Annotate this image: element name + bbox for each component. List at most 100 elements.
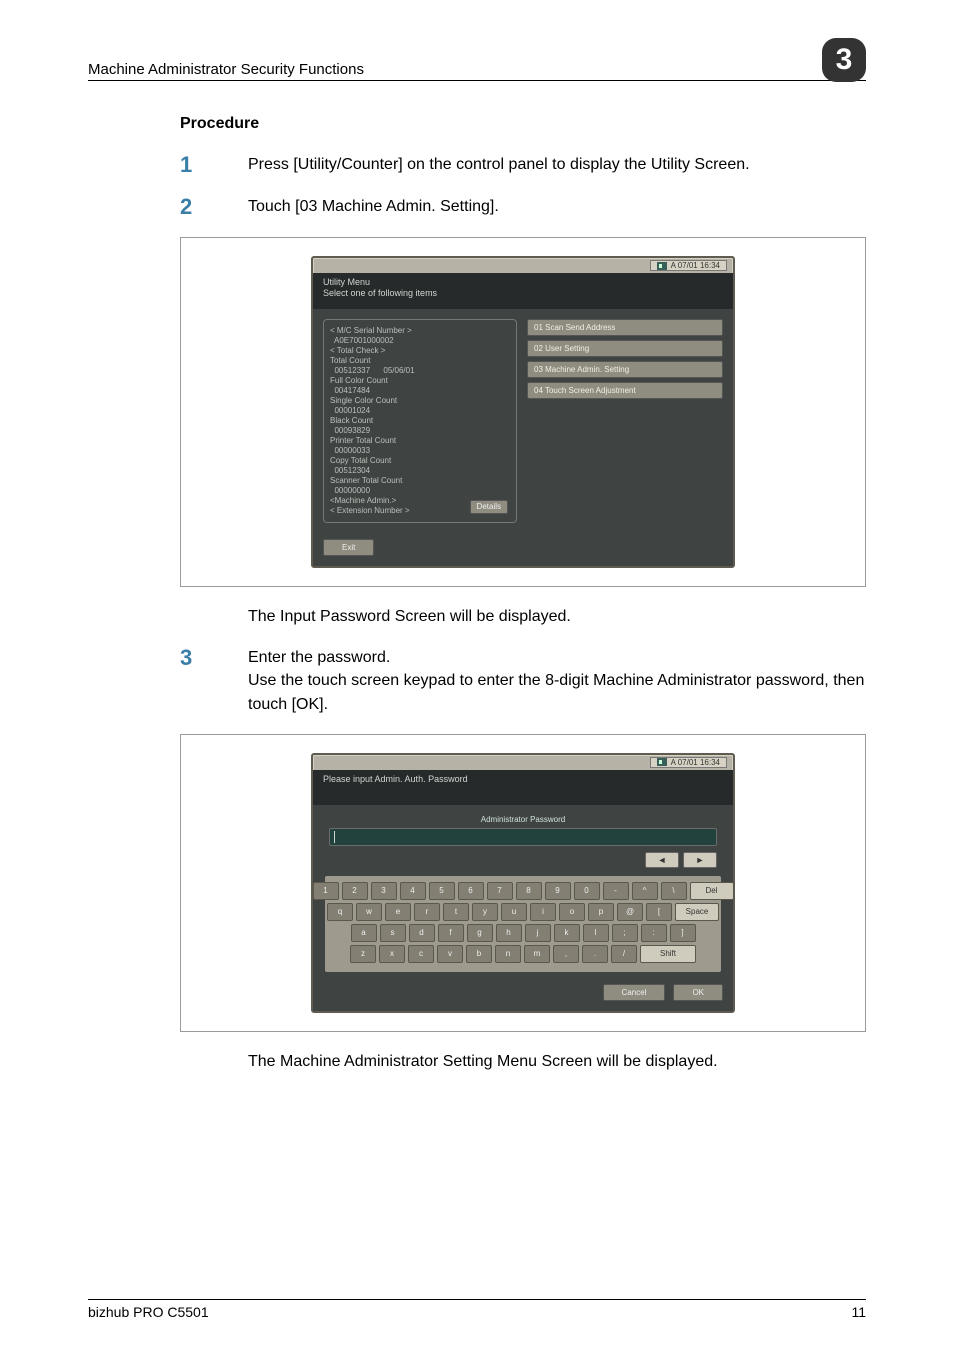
key-8[interactable]: 8 [516,882,542,900]
cursor-left-button[interactable]: ◄ [645,852,679,868]
step-1-number: 1 [180,153,248,177]
key-i[interactable]: i [530,903,556,921]
content-area: Procedure 1 Press [Utility/Counter] on t… [180,115,866,1073]
memory-text: A 07/01 16:34 [671,261,720,270]
cursor-right-button[interactable]: ► [683,852,717,868]
menu-scan-send-address[interactable]: 01 Scan Send Address [527,319,723,336]
key-v[interactable]: v [437,945,463,963]
key-at[interactable]: @ [617,903,643,921]
key-e[interactable]: e [385,903,411,921]
key-q[interactable]: q [327,903,353,921]
ok-button[interactable]: OK [673,984,723,1001]
kb-row-2: q w e r t y u i o p @ [ Space [329,903,717,921]
key-0[interactable]: 0 [574,882,600,900]
procedure-heading: Procedure [180,115,866,133]
key-u[interactable]: u [501,903,527,921]
step-3-line1: Enter the password. [248,649,390,666]
key-1[interactable]: 1 [313,882,339,900]
key-caret[interactable]: ^ [632,882,658,900]
stat-line: Scanner Total Count [330,476,510,486]
kb-row-1: 1 2 3 4 5 6 7 8 9 0 - ^ \ Del [329,882,717,900]
key-w[interactable]: w [356,903,382,921]
menu-touch-screen-adjustment[interactable]: 04 Touch Screen Adjustment [527,382,723,399]
key-6[interactable]: 6 [458,882,484,900]
key-colon[interactable]: : [641,924,667,942]
key-9[interactable]: 9 [545,882,571,900]
key-d[interactable]: d [409,924,435,942]
key-period[interactable]: . [582,945,608,963]
kb-row-4: z x c v b n m , . / Shift [329,945,717,963]
menu-user-setting[interactable]: 02 User Setting [527,340,723,357]
key-4[interactable]: 4 [400,882,426,900]
key-g[interactable]: g [467,924,493,942]
key-semicolon[interactable]: ; [612,924,638,942]
header-title: Machine Administrator Security Functions [88,61,364,78]
key-f[interactable]: f [438,924,464,942]
cancel-button[interactable]: Cancel [603,984,666,1001]
exit-button[interactable]: Exit [323,539,374,556]
kb-row-3: a s d f g h j k l ; : ] [329,924,717,942]
key-backslash[interactable]: \ [661,882,687,900]
after-screen2-body: The Machine Administrator Setting Menu S… [248,1050,718,1073]
step-2-text: Touch [03 Machine Admin. Setting]. [248,195,499,219]
dev1-body: < M/C Serial Number > A0E7001000002 < To… [313,309,733,533]
after-screen2-text: The Machine Administrator Setting Menu S… [180,1050,866,1073]
stat-line: 00093829 [330,426,510,436]
key-7[interactable]: 7 [487,882,513,900]
key-comma[interactable]: , [553,945,579,963]
key-m[interactable]: m [524,945,550,963]
key-k[interactable]: k [554,924,580,942]
text-cursor-icon [334,831,335,843]
key-2[interactable]: 2 [342,882,368,900]
page-header: Machine Administrator Security Functions… [88,38,866,81]
key-del[interactable]: Del [690,882,734,900]
dev2-title-text: Please input Admin. Auth. Password [323,774,723,785]
stat-line: Black Count [330,416,510,426]
key-h[interactable]: h [496,924,522,942]
memory-icon [657,758,667,766]
dev2-body: Administrator Password ◄ ► 1 2 3 4 5 6 [313,805,733,978]
stat-line: 00001024 [330,406,510,416]
key-r[interactable]: r [414,903,440,921]
step-2-number: 2 [180,195,248,219]
key-j[interactable]: j [525,924,551,942]
cursor-arrow-row: ◄ ► [323,852,723,874]
key-5[interactable]: 5 [429,882,455,900]
menu-machine-admin-setting[interactable]: 03 Machine Admin. Setting [527,361,723,378]
stat-line: Printer Total Count [330,436,510,446]
key-c[interactable]: c [408,945,434,963]
key-s[interactable]: s [380,924,406,942]
step-3-line2: Use the touch screen keypad to enter the… [248,672,864,712]
key-t[interactable]: t [443,903,469,921]
stats-panel: < M/C Serial Number > A0E7001000002 < To… [323,319,517,523]
password-input[interactable] [329,828,717,846]
key-3[interactable]: 3 [371,882,397,900]
key-lbracket[interactable]: [ [646,903,672,921]
key-l[interactable]: l [583,924,609,942]
memory-indicator: A 07/01 16:34 [650,260,727,271]
dev1-title: Utility Menu Select one of following ite… [313,273,733,309]
key-o[interactable]: o [559,903,585,921]
key-z[interactable]: z [350,945,376,963]
details-button[interactable]: Details [470,500,508,514]
key-b[interactable]: b [466,945,492,963]
key-n[interactable]: n [495,945,521,963]
key-x[interactable]: x [379,945,405,963]
password-field-label: Administrator Password [323,815,723,824]
key-a[interactable]: a [351,924,377,942]
stat-line: 00417484 [330,386,510,396]
key-shift[interactable]: Shift [640,945,696,963]
key-y[interactable]: y [472,903,498,921]
page-footer: bizhub PRO C5501 11 [88,1299,866,1320]
key-p[interactable]: p [588,903,614,921]
menu-panel: 01 Scan Send Address 02 User Setting 03 … [527,319,723,523]
key-slash[interactable]: / [611,945,637,963]
key-hyphen[interactable]: - [603,882,629,900]
screenshot-utility-menu: A 07/01 16:34 Utility Menu Select one of… [180,237,866,587]
key-space[interactable]: Space [675,903,719,921]
footer-page-number: 11 [851,1304,866,1320]
key-rbracket[interactable]: ] [670,924,696,942]
step-2: 2 Touch [03 Machine Admin. Setting]. [180,195,866,219]
step-3: 3 Enter the password. Use the touch scre… [180,646,866,716]
device-screen-1: A 07/01 16:34 Utility Menu Select one of… [311,256,735,568]
